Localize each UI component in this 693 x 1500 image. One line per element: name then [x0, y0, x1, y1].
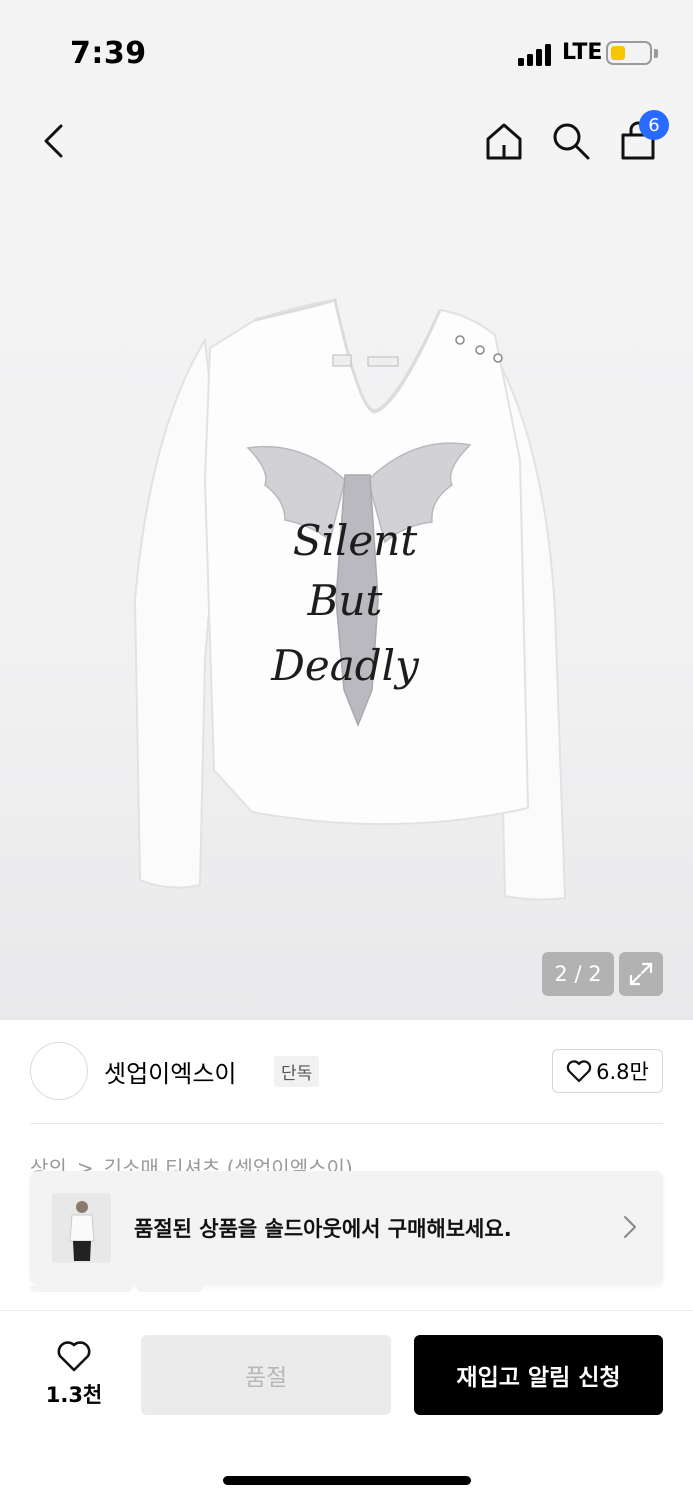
brand-name[interactable]: 셋업이엑스이: [104, 1054, 236, 1089]
divider: [30, 1123, 663, 1124]
brand-logo[interactable]: [30, 1042, 88, 1100]
battery-tip: [654, 49, 658, 58]
wishlist-count: 1.3천: [45, 1383, 103, 1407]
heart-icon: [566, 1060, 592, 1083]
cart-count-badge: 6: [639, 110, 669, 140]
print-line-3: Deadly: [270, 641, 420, 690]
product-image: Silent But Deadly: [133, 298, 567, 901]
expand-button[interactable]: [619, 952, 663, 996]
image-counter: 2 / 2: [542, 952, 614, 996]
brand-row: 셋업이엑스이 단독 6.8만: [30, 1040, 663, 1104]
product-image-gallery[interactable]: 6 Silent But Deadly 2 / 2: [0, 100, 693, 1020]
print-line-2: But: [307, 576, 383, 625]
soldout-banner[interactable]: 품절된 상품을 솔드아웃에서 구매해보세요.: [30, 1171, 663, 1285]
cart-button[interactable]: 6: [613, 110, 669, 166]
signal-icon: [518, 44, 554, 66]
search-icon: [553, 123, 590, 160]
network-label: LTE: [562, 40, 603, 65]
soldout-button: 품절: [141, 1335, 391, 1415]
home-button[interactable]: [479, 116, 529, 166]
banner-thumbnail: [52, 1193, 111, 1263]
exclusive-badge: 단독: [274, 1056, 320, 1087]
expand-icon: [629, 962, 653, 986]
bottom-action-bar: 1.3천 품절 재입고 알림 신청: [0, 1310, 693, 1500]
search-button[interactable]: [546, 116, 596, 166]
brand-like-button[interactable]: 6.8만: [552, 1049, 663, 1093]
tag-chip: [30, 1286, 132, 1292]
status-bar: 7:39 LTE: [0, 0, 693, 100]
battery-icon: [606, 41, 652, 65]
home-icon: [486, 123, 522, 160]
brand-like-count: 6.8만: [596, 1060, 649, 1084]
print-line-1: Silent: [293, 516, 418, 565]
banner-text: 품절된 상품을 솔드아웃에서 구매해보세요.: [134, 1217, 512, 1241]
restock-alert-button[interactable]: 재입고 알림 신청: [414, 1335, 663, 1415]
chevron-left-icon: [44, 124, 63, 158]
chevron-right-icon: [624, 1216, 636, 1238]
heart-icon: [57, 1341, 91, 1372]
back-button[interactable]: [28, 116, 78, 166]
home-indicator: [223, 1476, 471, 1485]
tag-chip: [137, 1286, 203, 1292]
status-time: 7:39: [70, 36, 147, 71]
wishlist-button[interactable]: 1.3천: [38, 1339, 110, 1409]
